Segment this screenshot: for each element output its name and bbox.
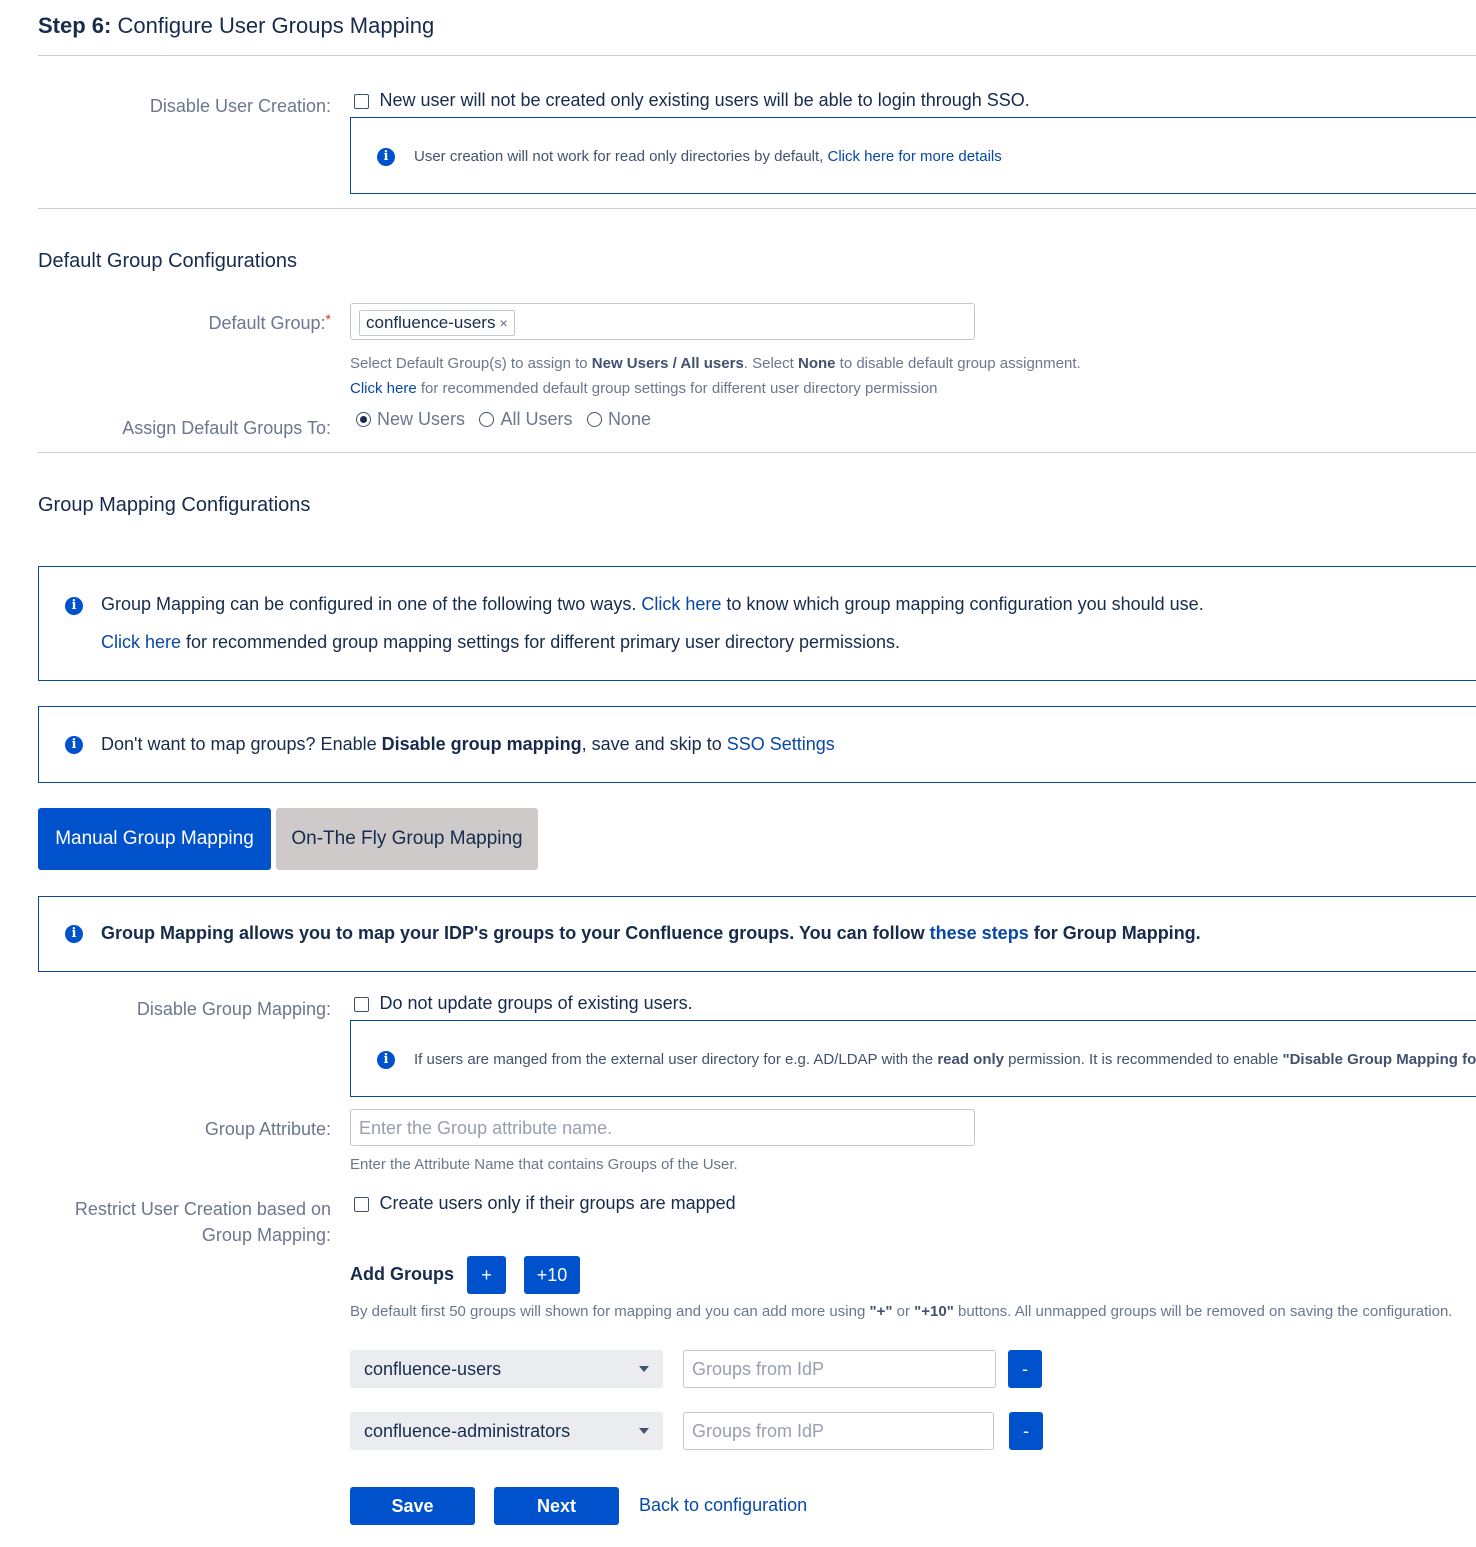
default-group-label: Default Group:* (208, 311, 331, 333)
radio-new-users[interactable] (356, 412, 371, 427)
group-attribute-help: Enter the Attribute Name that contains G… (350, 1156, 738, 1173)
radio-all-users[interactable] (479, 412, 495, 427)
disable-user-creation-checkbox[interactable] (354, 94, 369, 110)
disable-group-mapping-text: Do not update groups of existing users. (379, 993, 693, 1013)
tab-manual-group-mapping[interactable]: Manual Group Mapping (38, 808, 271, 870)
add-ten-groups-button[interactable]: +10 (524, 1256, 580, 1294)
default-group-help: Select Default Group(s) to assign to New… (350, 355, 1081, 372)
info-icon: i (65, 736, 83, 754)
divider (38, 452, 1476, 453)
disable-user-creation-label: Disable User Creation: (149, 96, 331, 116)
remove-mapping-button[interactable]: - (1008, 1350, 1042, 1388)
idp-groups-input[interactable]: Groups from IdP (683, 1412, 994, 1450)
restrict-user-creation-label: Restrict User Creation based on Group Ma… (74, 1199, 331, 1245)
default-group-help-2: Click here for recommended default group… (350, 380, 938, 397)
info-icon: i (377, 1051, 395, 1069)
save-button[interactable]: Save (350, 1487, 475, 1525)
disable-group-mapping-checkbox[interactable] (354, 997, 369, 1013)
add-group-button[interactable]: + (467, 1256, 506, 1294)
default-group-select[interactable]: confluence-users × (350, 303, 975, 340)
disable-group-mapping-row: Do not update groups of existing users. (354, 991, 693, 1015)
next-button[interactable]: Next (494, 1487, 619, 1525)
info-icon: i (377, 148, 395, 166)
more-details-link[interactable]: Click here for more details (828, 148, 1002, 165)
skip-mapping-info-box: i Don't want to map groups? Enable Disab… (38, 706, 1476, 783)
default-group-heading: Default Group Configurations (38, 250, 298, 272)
remove-mapping-button[interactable]: - (1009, 1412, 1043, 1450)
user-creation-info-box: i User creation will not work for read o… (350, 117, 1476, 194)
group-attribute-input[interactable]: Enter the Group attribute name. (350, 1109, 975, 1146)
disable-user-creation-text: New user will not be created only existi… (379, 90, 1030, 110)
page-title: Step 6: Configure User Groups Mapping (38, 13, 435, 38)
info-icon: i (65, 597, 83, 615)
chevron-down-icon (639, 1428, 649, 1434)
tab-on-the-fly-group-mapping[interactable]: On-The Fly Group Mapping (276, 808, 538, 870)
recommended-mapping-link[interactable]: Click here (101, 632, 181, 652)
divider (38, 208, 1476, 209)
add-groups-label: Add Groups (350, 1264, 454, 1284)
restrict-user-creation-text: Create users only if their groups are ma… (379, 1193, 736, 1213)
radio-none[interactable] (586, 412, 602, 427)
assign-default-groups-label: Assign Default Groups To: (122, 418, 331, 438)
divider (38, 55, 1476, 56)
which-config-link[interactable]: Click here (641, 594, 721, 614)
info-icon: i (65, 925, 83, 943)
these-steps-link[interactable]: these steps (930, 923, 1029, 943)
sso-settings-link[interactable]: SSO Settings (727, 734, 835, 754)
group-attribute-label: Group Attribute: (204, 1119, 331, 1139)
manual-mapping-info-box: i Group Mapping allows you to map your I… (38, 896, 1476, 972)
restrict-user-creation-checkbox[interactable] (354, 1197, 369, 1213)
group-mapping-info-box: i Group Mapping can be configured in one… (38, 566, 1476, 681)
restrict-user-creation-row: Create users only if their groups are ma… (354, 1191, 736, 1215)
mapping-group-select[interactable]: confluence-administrators (350, 1412, 663, 1450)
read-only-info-box: i If users are manged from the external … (350, 1020, 1476, 1097)
mapping-group-select[interactable]: confluence-users (350, 1350, 663, 1388)
assign-radio-group: New Users All Users None (356, 409, 661, 430)
disable-user-creation-row: New user will not be created only existi… (354, 88, 1030, 112)
recommended-settings-link[interactable]: Click here (350, 380, 417, 397)
group-chip: confluence-users × (359, 310, 515, 336)
chevron-down-icon (639, 1366, 649, 1372)
add-groups-help: By default first 50 groups will shown fo… (350, 1303, 1453, 1320)
idp-groups-input[interactable]: Groups from IdP (683, 1350, 996, 1388)
remove-chip-icon[interactable]: × (499, 315, 507, 331)
group-mapping-heading: Group Mapping Configurations (38, 494, 311, 516)
back-to-configuration-link[interactable]: Back to configuration (639, 1495, 807, 1516)
disable-group-mapping-label: Disable Group Mapping: (136, 999, 331, 1019)
